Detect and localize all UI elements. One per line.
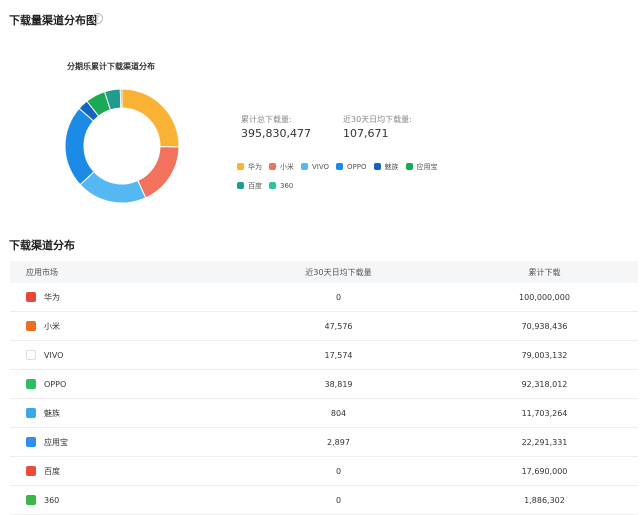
table-header: 应用市场 近30天日均下载量 累计下载: [10, 261, 638, 283]
header-daily[interactable]: 近30天日均下载量: [226, 267, 451, 278]
legend-label: OPPO: [347, 163, 367, 171]
legend-label: 小米: [280, 163, 294, 171]
legend-item[interactable]: OPPO: [336, 163, 367, 171]
legend-item[interactable]: 360: [269, 182, 293, 190]
cell-daily: 0: [335, 495, 342, 505]
legend-item[interactable]: VIVO: [301, 163, 329, 171]
donut-chart: [64, 88, 180, 204]
donut-slice[interactable]: [121, 88, 180, 148]
cell-total: 70,938,436: [521, 321, 568, 331]
help-circle-icon[interactable]: ?: [92, 13, 103, 24]
market-name: 华为: [44, 292, 60, 302]
huawei-icon: [26, 292, 36, 302]
table-row: 小米 47,576 70,938,436: [10, 312, 638, 341]
cell-total: 11,703,264: [521, 408, 568, 418]
header-total[interactable]: 累计下载: [451, 267, 638, 278]
channel-table: 应用市场 近30天日均下载量 累计下载 华为 0 100,000,000 小米 47,5…: [10, 261, 638, 515]
xiaomi-icon: [26, 321, 36, 331]
legend-swatch: [373, 163, 381, 170]
chart-title: 分期乐累计下载渠道分布: [67, 62, 155, 71]
total-downloads-label: 累计总下载量:: [241, 115, 292, 124]
donut-slice[interactable]: [119, 88, 123, 109]
donut-slice[interactable]: [79, 171, 147, 204]
table-row: 应用宝 2,897 22,291,331: [10, 428, 638, 457]
legend-swatch: [269, 163, 276, 170]
cell-total: 100,000,000: [519, 292, 570, 302]
cell-daily: 17,574: [324, 350, 353, 360]
market-name: 百度: [44, 466, 60, 476]
legend-label: 华为: [248, 163, 262, 171]
cell-total: 1,886,302: [524, 495, 565, 505]
cell-daily: 38,819: [324, 379, 353, 389]
meizu-icon: [26, 408, 36, 418]
cell-total: 17,690,000: [521, 466, 568, 476]
legend-item[interactable]: 魅族: [373, 162, 399, 172]
cell-daily: 0: [335, 292, 342, 302]
legend-label: 应用宝: [416, 163, 438, 171]
vivo-icon: [26, 350, 36, 360]
legend-swatch: [336, 163, 344, 170]
donut-slice[interactable]: [137, 146, 180, 199]
market-name: 360: [44, 495, 60, 505]
cell-market: 360: [10, 495, 226, 505]
market-name: 魅族: [44, 408, 60, 418]
yingyongbao-icon: [26, 437, 36, 447]
cell-market: 百度: [10, 466, 226, 477]
market-name: 应用宝: [44, 437, 68, 447]
cell-daily: 2,897: [327, 437, 350, 447]
donut-slice[interactable]: [64, 107, 95, 186]
section-title-table: 下载渠道分布: [9, 239, 75, 252]
cell-daily: 47,576: [324, 321, 353, 331]
header-market[interactable]: 应用市场: [10, 267, 226, 278]
legend-label: 魅族: [384, 163, 399, 171]
cell-daily: 0: [335, 466, 342, 476]
table-row: VIVO 17,574 79,003,132: [10, 341, 638, 370]
table-row: OPPO 38,819 92,318,012: [10, 370, 638, 399]
cell-total: 22,291,331: [521, 437, 568, 447]
cell-market: 小米: [10, 321, 226, 332]
legend-swatch: [269, 182, 276, 189]
legend-item[interactable]: 小米: [269, 162, 294, 172]
cell-daily: 804: [330, 408, 347, 418]
legend-label: VIVO: [312, 163, 330, 171]
market-name: VIVO: [44, 350, 64, 360]
cell-market: VIVO: [10, 350, 226, 360]
table-row: 华为 0 100,000,000: [10, 283, 638, 312]
legend-swatch: [237, 163, 244, 170]
legend-swatch: [405, 163, 413, 170]
section-title-chart: 下载量渠道分布图: [9, 14, 97, 27]
legend-item[interactable]: 百度: [237, 181, 262, 191]
cell-total: 79,003,132: [521, 350, 568, 360]
legend-swatch: [301, 163, 308, 170]
table-row: 魅族 804 11,703,264: [10, 399, 638, 428]
oppo-icon: [26, 379, 36, 389]
cell-market: 华为: [10, 292, 226, 303]
legend-label: 百度: [248, 182, 262, 190]
chart-legend: 华为 小米 VIVO OPPO 魅族 应用宝百度 360: [237, 162, 457, 200]
baidu-icon: [26, 466, 36, 476]
table-row: 360 0 1,886,302: [10, 486, 638, 515]
legend-label: 360: [280, 182, 294, 190]
market-name: 小米: [44, 321, 60, 331]
360-icon: [26, 495, 36, 505]
cell-market: OPPO: [10, 379, 226, 389]
total-downloads-value: 395,830,477: [241, 127, 311, 140]
legend-item[interactable]: 华为: [237, 162, 262, 172]
legend-item[interactable]: 应用宝: [405, 162, 438, 172]
market-name: OPPO: [44, 379, 67, 389]
cell-market: 魅族: [10, 408, 226, 419]
daily-avg-label: 近30天日均下载量:: [343, 115, 412, 124]
cell-total: 92,318,012: [521, 379, 568, 389]
table-row: 百度 0 17,690,000: [10, 457, 638, 486]
cell-market: 应用宝: [10, 437, 226, 448]
legend-swatch: [237, 182, 244, 189]
daily-avg-value: 107,671: [343, 127, 389, 140]
